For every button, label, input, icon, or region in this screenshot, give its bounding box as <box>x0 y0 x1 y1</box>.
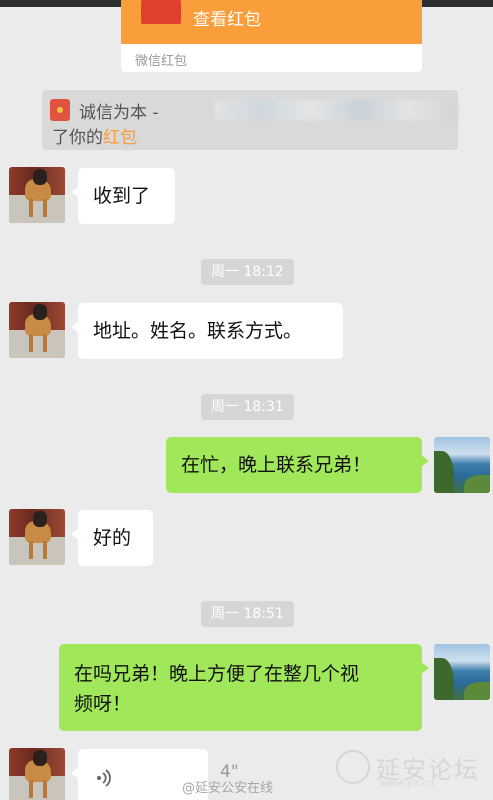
timestamp: 周一 18:12 <box>201 259 294 285</box>
system-notice: 诚信为本 - 了你的红包 <box>42 90 458 150</box>
message-bubble-incoming[interactable]: 好的 <box>71 510 153 566</box>
red-packet-label: 微信红包 <box>135 54 188 69</box>
contact-avatar[interactable] <box>9 748 65 800</box>
notice-text-line2: 了你的红包 <box>52 128 137 148</box>
redacted-text <box>214 100 458 120</box>
message-text: 地址。姓名。联系方式。 <box>93 320 303 342</box>
message-text-line1: 在吗兄弟！晚上方便了在整几个视 <box>74 663 360 685</box>
message-text: 好的 <box>93 527 132 549</box>
red-packet-title: 查看红包 <box>193 10 261 30</box>
my-avatar[interactable] <box>434 437 490 493</box>
message-bubble-incoming[interactable]: 收到了 <box>71 168 175 224</box>
timestamp: 周一 18:51 <box>201 601 294 627</box>
red-packet-link[interactable]: 红包 <box>103 128 137 148</box>
red-packet-card[interactable]: 查看红包 微信红包 <box>121 0 422 72</box>
contact-avatar[interactable] <box>9 167 65 223</box>
message-bubble-outgoing[interactable]: 在忙，晚上联系兄弟！ <box>166 437 429 493</box>
voice-wave-icon <box>97 769 111 787</box>
message-text: 在忙，晚上联系兄弟！ <box>181 454 372 476</box>
my-avatar[interactable] <box>434 644 490 700</box>
message-text-line2: 频呀！ <box>74 693 132 715</box>
message-bubble-outgoing[interactable]: 在吗兄弟！晚上方便了在整几个视 频呀！ <box>59 644 429 731</box>
red-packet-icon <box>141 0 181 24</box>
message-text: 收到了 <box>93 185 151 207</box>
weibo-watermark: @延安公安在线 <box>182 781 274 796</box>
message-bubble-incoming[interactable]: 地址。姓名。联系方式。 <box>71 303 343 359</box>
chat-screen: 查看红包 微信红包 诚信为本 - 了你的红包 收到了 周一 18:12 地址。姓… <box>0 0 493 800</box>
timestamp: 周一 18:31 <box>201 394 294 420</box>
forum-url: www.ya.cn <box>380 778 434 789</box>
notice-text-line1: 诚信为本 - <box>79 103 159 123</box>
red-packet-icon <box>50 99 70 121</box>
forum-logo-icon <box>336 750 370 784</box>
red-packet-header: 查看红包 <box>121 0 422 44</box>
contact-avatar[interactable] <box>9 302 65 358</box>
forum-watermark: 延安论坛 www.ya.cn <box>336 748 486 792</box>
contact-avatar[interactable] <box>9 509 65 565</box>
